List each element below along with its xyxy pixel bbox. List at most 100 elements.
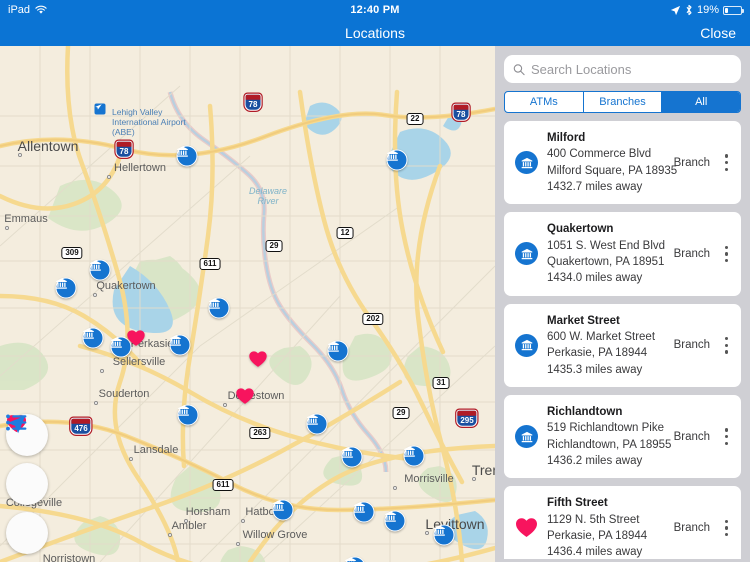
map-city-dot xyxy=(184,519,189,523)
close-button[interactable]: Close xyxy=(700,25,736,41)
highway-shield: 611 xyxy=(212,479,234,491)
highway-shield: 611 xyxy=(199,258,221,270)
locations-list[interactable]: Milford 400 Commerce Blvd Milford Square, … xyxy=(495,121,750,559)
list-view-button[interactable] xyxy=(6,414,48,554)
map-city-dot xyxy=(93,293,97,297)
map-city-dot xyxy=(425,531,430,535)
highway-shield: 31 xyxy=(432,377,450,389)
highway-shield: 78 xyxy=(452,103,470,121)
location-details: Quakertown 1051 S. West End Blvd Quakertow… xyxy=(547,221,670,286)
map-pin-branch[interactable] xyxy=(344,556,366,562)
filter-tab-branches[interactable]: Branches xyxy=(584,92,663,112)
map-pin-branch[interactable] xyxy=(89,259,111,281)
location-card[interactable]: Market Street 600 W. Market Street Perkasi… xyxy=(504,303,741,387)
map-pin-branch[interactable] xyxy=(176,145,198,167)
map-pin-branch[interactable] xyxy=(272,499,294,521)
list-icon xyxy=(6,414,27,431)
airport-icon xyxy=(94,103,106,115)
highway-shield: 476 xyxy=(70,417,92,435)
location-card[interactable]: Fifth Street 1129 N. 5th Street Perkasie, … xyxy=(504,486,741,559)
status-bar-right: 19% xyxy=(670,4,744,16)
map-pin-branch[interactable] xyxy=(169,334,191,356)
bank-icon xyxy=(513,151,540,175)
location-address: 1051 S. West End Blvd xyxy=(547,239,666,252)
map-pin-branch[interactable] xyxy=(403,445,425,467)
map-pin-branch[interactable] xyxy=(208,297,230,319)
locations-screen: iPad 12:40 PM 19% Locations Close Lehigh… xyxy=(0,0,750,562)
map-pin-branch[interactable] xyxy=(82,327,104,349)
location-name: Milford xyxy=(547,132,586,144)
battery-percent: 19% xyxy=(696,4,719,16)
location-card[interactable]: Richlandtown 519 Richlandtown Pike Richlan… xyxy=(504,394,741,479)
map-pin-branch[interactable] xyxy=(341,446,363,468)
location-address: 1129 N. 5th Street xyxy=(547,513,640,526)
search-bar[interactable] xyxy=(504,55,741,83)
map-city-dot xyxy=(94,401,99,405)
location-city-state-zip: Perkasie, PA 18944 xyxy=(547,529,648,542)
bank-icon xyxy=(513,425,540,449)
highway-shield: 78 xyxy=(115,140,133,158)
battery-icon xyxy=(723,5,744,15)
more-vertical-icon[interactable] xyxy=(719,518,734,539)
location-distance: 1436.4 miles away xyxy=(547,546,643,559)
nav-bar: Locations Close xyxy=(0,20,750,46)
map-pin-branch[interactable] xyxy=(433,524,455,546)
map-city-dot xyxy=(471,477,476,481)
map-pin-branch[interactable] xyxy=(55,277,77,299)
location-card[interactable]: Quakertown 1051 S. West End Blvd Quakertow… xyxy=(504,212,741,296)
location-name: Fifth Street xyxy=(547,497,608,510)
map-pin-branch[interactable] xyxy=(384,510,406,532)
location-details: Fifth Street 1129 N. 5th Street Perkasie, … xyxy=(547,495,670,559)
more-vertical-icon[interactable] xyxy=(719,426,734,447)
page-title: Locations xyxy=(345,25,405,41)
locate-me-button[interactable] xyxy=(6,415,48,505)
location-distance: 1436.2 miles away xyxy=(547,454,643,467)
location-type: Branch xyxy=(673,339,710,352)
location-details: Market Street 600 W. Market Street Perkasi… xyxy=(547,313,670,378)
bluetooth-icon xyxy=(686,4,692,16)
map-city-dot xyxy=(5,226,10,230)
map-pin-branch[interactable] xyxy=(327,340,349,362)
map-view[interactable]: Lehigh Valley International Airport (ABE… xyxy=(0,46,495,562)
location-type: Branch xyxy=(673,156,710,169)
map-pin-branch[interactable] xyxy=(386,149,408,171)
filter-tab-all[interactable]: All xyxy=(662,92,740,112)
bank-icon xyxy=(513,333,540,357)
map-pin-favorite[interactable] xyxy=(249,350,268,368)
highway-shield: 12 xyxy=(336,227,354,239)
location-details: Richlandtown 519 Richlandtown Pike Richlan… xyxy=(547,404,671,469)
map-pin-favorite[interactable] xyxy=(127,329,146,347)
map-pin-favorite[interactable] xyxy=(236,387,255,405)
search-input[interactable] xyxy=(530,61,732,77)
map-city-dot xyxy=(107,175,111,179)
location-name: Market Street xyxy=(547,314,620,327)
map-pin-branch[interactable] xyxy=(353,501,375,523)
bank-icon xyxy=(513,242,540,266)
highway-shield: 202 xyxy=(362,313,384,325)
location-city-state-zip: Perkasie, PA 18944 xyxy=(547,347,648,360)
more-vertical-icon[interactable] xyxy=(719,244,734,265)
map-city-dot xyxy=(129,457,134,461)
location-city-state-zip: Milford Square, PA 18935 xyxy=(547,164,678,177)
highway-shield: 29 xyxy=(265,240,283,252)
location-distance: 1435.3 miles away xyxy=(547,363,643,376)
filter-tab-atms[interactable]: ATMs xyxy=(505,92,584,112)
highway-shield: 22 xyxy=(406,113,424,125)
more-vertical-icon[interactable] xyxy=(719,335,734,356)
highway-shield: 295 xyxy=(456,409,478,427)
map-pin-branch[interactable] xyxy=(306,413,328,435)
map-city-dot xyxy=(223,403,227,407)
location-name: Richlandtown xyxy=(547,405,623,418)
location-type-filter[interactable]: ATMs Branches All xyxy=(504,91,741,113)
heart-icon xyxy=(513,517,540,538)
highway-shield: 263 xyxy=(249,427,271,439)
location-name: Quakertown xyxy=(547,223,614,236)
location-distance: 1432.7 miles away xyxy=(547,180,643,193)
map-controls xyxy=(6,414,48,554)
location-city-state-zip: Quakertown, PA 18951 xyxy=(547,255,665,268)
map-pin-branch[interactable] xyxy=(177,404,199,426)
map-city-dot xyxy=(392,486,397,490)
location-card[interactable]: Milford 400 Commerce Blvd Milford Square, … xyxy=(504,121,741,205)
more-vertical-icon[interactable] xyxy=(719,152,734,173)
highway-shield: 309 xyxy=(61,247,83,259)
